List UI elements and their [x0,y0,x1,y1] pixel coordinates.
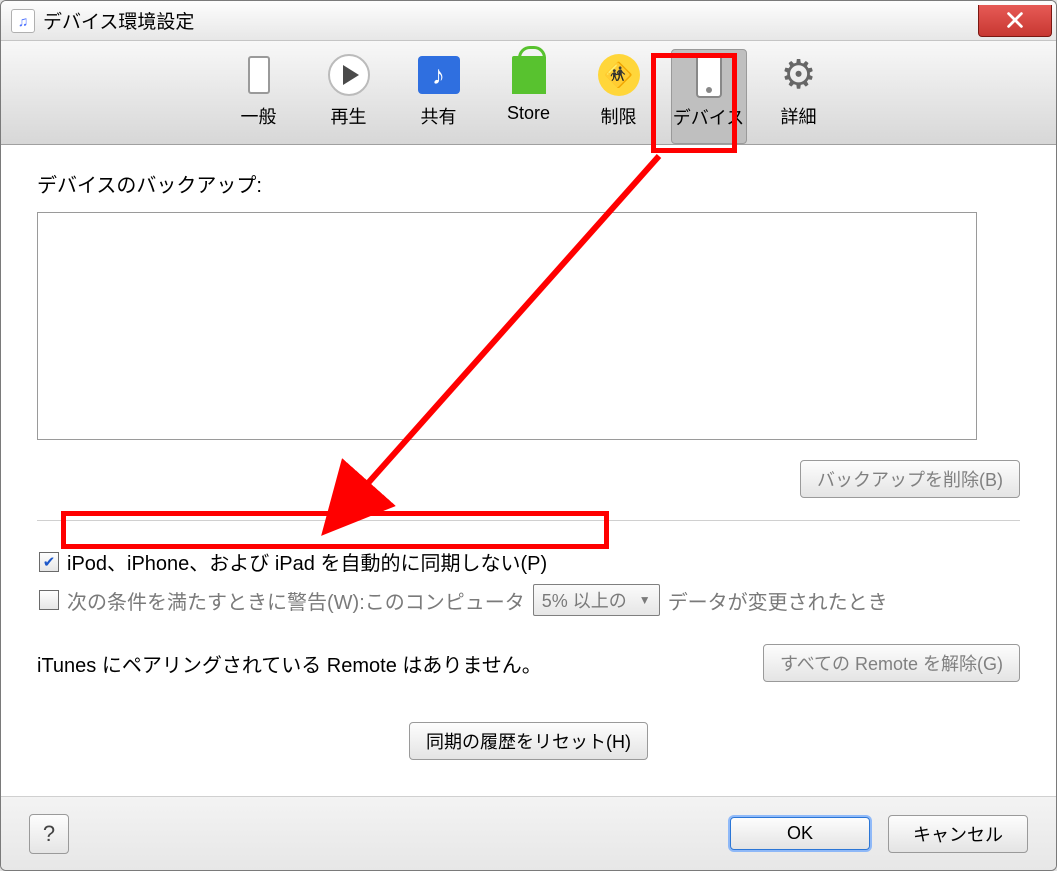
remote-status: iTunes にペアリングされている Remote はありません。 [37,649,542,678]
backup-label: デバイスのバックアップ: [37,169,1020,198]
threshold-select[interactable]: 5% 以上の ▼ [533,584,660,616]
reset-sync-history-button[interactable]: 同期の履歴をリセット(H) [409,722,648,760]
tab-general[interactable]: 一般 [221,49,297,144]
titlebar: ♫ デバイス環境設定 [1,1,1056,41]
parental-icon: 🚸 [597,53,641,97]
general-icon [237,53,281,97]
app-icon: ♫ [11,9,35,33]
music-note-icon: ♫ [18,13,29,29]
tab-label: 共有 [421,103,457,129]
warn-threshold-option[interactable]: 次の条件を満たすときに警告(W):このコンピュータ 5% 以上の ▼ データが変… [37,580,1020,620]
window-title: デバイス環境設定 [43,7,978,34]
toolbar: 一般 再生 ♪ 共有 Store 🚸 制限 デバイス ⚙ 詳細 [1,41,1056,145]
tab-label: 制限 [601,103,637,129]
backup-actions: バックアップを削除(B) [37,460,1020,498]
store-icon [507,53,551,97]
tab-label: 詳細 [781,103,817,129]
tab-label: 一般 [241,103,277,129]
delete-backup-button[interactable]: バックアップを削除(B) [800,460,1020,498]
chevron-down-icon: ▼ [639,593,651,607]
tab-parental[interactable]: 🚸 制限 [581,49,657,144]
tab-label: Store [507,103,550,124]
tab-sharing[interactable]: ♪ 共有 [401,49,477,144]
play-icon [327,53,371,97]
option-label-suffix: データが変更されたとき [668,586,888,615]
checkbox-checked[interactable]: ✔ [39,552,59,572]
tab-label: 再生 [331,103,367,129]
preferences-dialog: ♫ デバイス環境設定 一般 再生 ♪ 共有 Store 🚸 制限 [0,0,1057,871]
separator [37,520,1020,521]
remote-row: iTunes にペアリングされている Remote はありません。 すべての R… [37,644,1020,682]
share-icon: ♪ [417,53,461,97]
tab-devices[interactable]: デバイス [671,49,747,144]
ok-button[interactable]: OK [730,817,870,850]
reset-row: 同期の履歴をリセット(H) [37,722,1020,760]
option-label-prefix: 次の条件を満たすときに警告(W):このコンピュータ [67,586,525,615]
no-auto-sync-option[interactable]: ✔ iPod、iPhone、および iPad を自動的に同期しない(P) [37,543,1020,580]
tab-label: デバイス [673,104,744,130]
tab-playback[interactable]: 再生 [311,49,387,144]
cancel-button[interactable]: キャンセル [888,815,1028,853]
close-icon [1004,9,1026,31]
help-button[interactable]: ? [29,814,69,854]
option-label: iPod、iPhone、および iPad を自動的に同期しない(P) [67,547,547,576]
device-icon [687,54,731,98]
backup-listbox[interactable] [37,212,977,440]
checkbox-unchecked[interactable] [39,590,59,610]
tab-store[interactable]: Store [491,49,567,144]
dialog-footer: ? OK キャンセル [1,796,1056,870]
gear-icon: ⚙ [777,53,821,97]
content-pane: デバイスのバックアップ: バックアップを削除(B) ✔ iPod、iPhone、… [1,145,1056,796]
tab-advanced[interactable]: ⚙ 詳細 [761,49,837,144]
select-value: 5% 以上の [542,587,627,613]
close-button[interactable] [978,5,1052,37]
forget-remotes-button[interactable]: すべての Remote を解除(G) [763,644,1020,682]
